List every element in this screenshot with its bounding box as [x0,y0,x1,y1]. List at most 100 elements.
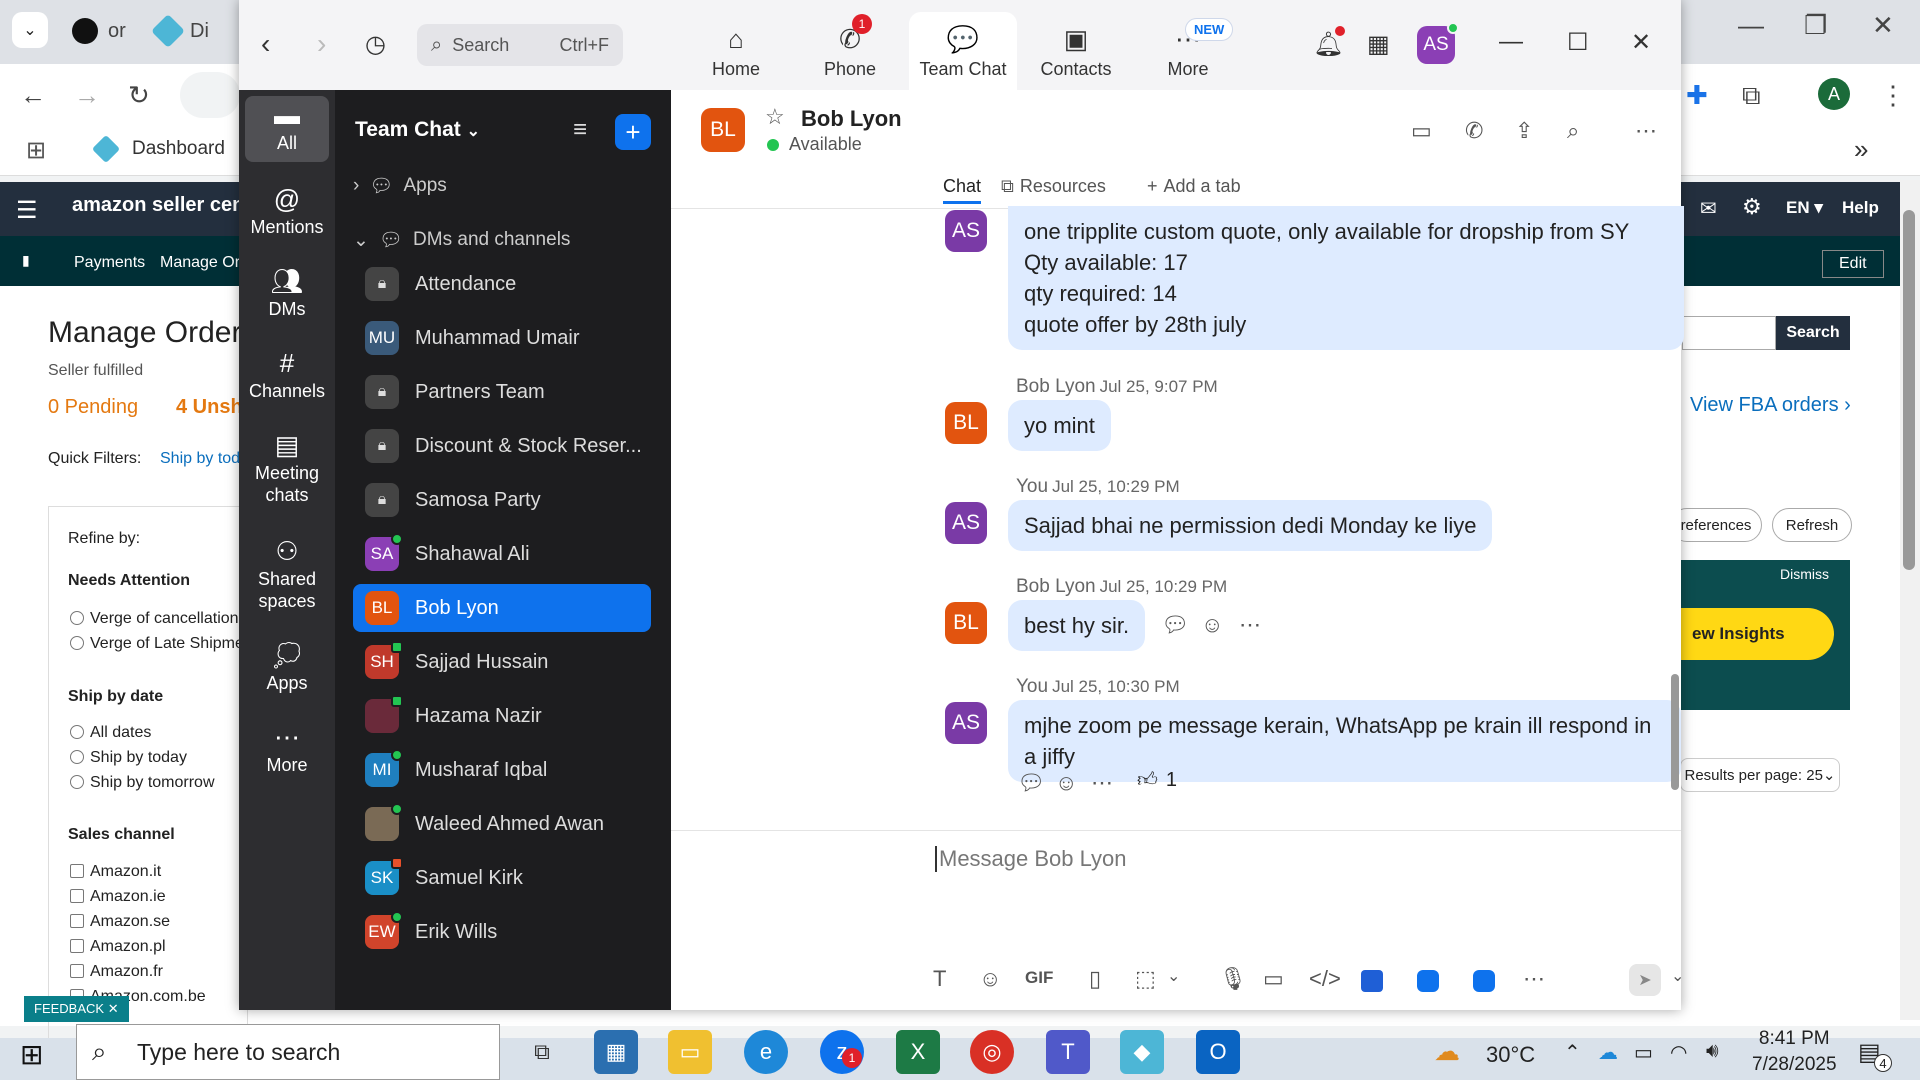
whiteboard-app-icon[interactable] [1417,970,1439,992]
sidebar-item-hazama-nazir[interactable]: Hazama Nazir [353,692,651,740]
reply-thread-icon[interactable]: 💬︎ [1017,770,1045,796]
message-avatar[interactable]: AS [945,210,987,252]
back-nav-icon[interactable]: ‹ [261,28,270,60]
message-bubble[interactable]: best hy sir. [1008,600,1146,651]
nav-manage-orders[interactable]: Manage Ord [160,254,249,272]
apps-section[interactable]: › 💬︎ Apps [353,174,447,198]
forward-icon[interactable]: → [74,80,100,111]
contact-avatar[interactable]: BL [701,108,745,152]
filter-verge-cancellation[interactable]: Verge of cancellation [70,610,239,628]
rail-dms[interactable]: 👥︎ DMs [245,268,329,320]
filter-icon[interactable]: ≡ [573,116,587,144]
extension-icon[interactable]: ✚ [1686,80,1708,111]
sidebar-item-discount-stock[interactable]: 🔒︎ Discount & Stock Reser... [353,422,651,470]
address-bar[interactable] [180,72,240,118]
browser-tab-2[interactable]: Di [151,12,209,50]
message-bubble[interactable]: one tripplite custom quote, only availab… [1008,206,1684,350]
task-view-icon[interactable]: ⧉ [520,1030,564,1074]
channel-amazon-it[interactable]: Amazon.it [70,863,161,881]
send-options-icon[interactable]: ⌄ [1671,966,1684,986]
feedback-button[interactable]: FEEDBACK ✕ [24,996,129,1022]
close-icon[interactable]: ✕ [1872,10,1894,41]
tab-team-chat[interactable]: 💬 Team Chat [909,12,1017,90]
contact-name[interactable]: Bob Lyon [801,106,902,132]
taskbar-search[interactable]: Type here to search [76,1024,500,1080]
sidebar-item-bob-lyon[interactable]: BL Bob Lyon [353,584,651,632]
volume-icon[interactable]: 🔊︎ [1706,1040,1719,1063]
nav-payments[interactable]: Payments [74,254,145,272]
message-avatar[interactable]: BL [945,602,987,644]
rail-apps[interactable]: 💭︎ Apps [245,642,329,694]
preferences-button[interactable]: references [1670,508,1762,542]
back-icon[interactable]: ← [20,80,46,111]
more-options-icon[interactable]: ⋯ [1635,118,1657,144]
docs-app-icon[interactable] [1361,970,1383,992]
channel-amazon-fr[interactable]: Amazon.fr [70,963,163,981]
profile-avatar[interactable]: A [1818,78,1850,110]
extensions-puzzle-icon[interactable]: ⧉ [1742,80,1761,112]
bookmark-icon[interactable]: ▮ [22,252,30,269]
sidebar-item-samuel-kirk[interactable]: SK Samuel Kirk [353,854,651,902]
sidebar-item-waleed-ahmed-awan[interactable]: Waleed Ahmed Awan [353,800,651,848]
message-bubble[interactable]: yo mint [1008,400,1111,451]
chat-tab-chat[interactable]: Chat [943,176,982,204]
filter-ship-today[interactable]: Ship by today [70,749,187,767]
tray-chevron-icon[interactable]: ⌃ [1564,1040,1581,1065]
edit-button[interactable]: Edit [1822,250,1884,278]
hamburger-icon[interactable]: ☰ [16,196,38,225]
chrome-browser-icon[interactable]: ◎ [970,1030,1014,1074]
chevron-down-icon[interactable]: ⌄ [1167,966,1180,986]
sidebar-item-muhammad-umair[interactable]: MU Muhammad Umair [353,314,651,362]
app-diamond-icon[interactable]: ◆ [1120,1030,1164,1074]
chat-tab-resources[interactable]: ⧉ Resources [1001,176,1106,197]
chat-tab-add[interactable]: + Add a tab [1147,176,1241,197]
channel-amazon-se[interactable]: Amazon.se [70,913,170,931]
search-button[interactable]: Search [1776,316,1850,350]
sidebar-item-partners-team[interactable]: 🔒︎ Partners Team [353,368,651,416]
teams-app-icon[interactable]: T [1046,1030,1090,1074]
sidebar-title[interactable]: Team Chat ⌄ [355,118,480,142]
add-reaction-icon[interactable]: ☺ [1201,612,1223,638]
file-explorer-icon[interactable]: ▭ [668,1030,712,1074]
browser-tab-1[interactable]: or [72,12,126,50]
microphone-icon[interactable]: 🎙︎ [1219,966,1247,992]
rail-meeting-chats[interactable]: ▤ Meeting chats [245,432,329,506]
rail-shared-spaces[interactable]: ⚇ Shared spaces [245,538,329,612]
onedrive-icon[interactable]: ☁ [1598,1040,1618,1065]
wifi-icon[interactable]: ◠ [1670,1040,1687,1065]
phone-call-icon[interactable]: ✆ [1465,118,1483,144]
history-icon[interactable]: ◷ [365,30,386,59]
composer-more-icon[interactable]: ⋯ [1523,966,1545,992]
browser-menu-icon[interactable]: ⋮ [1880,80,1906,111]
sidebar-item-erik-wills[interactable]: EW Erik Wills [353,908,651,956]
gif-icon[interactable]: GIF [1025,968,1053,988]
emoji-icon[interactable]: ☺ [979,966,1001,992]
video-call-icon[interactable]: ▭ [1411,118,1432,144]
forward-nav-icon[interactable]: › [317,28,326,60]
weather-icon[interactable]: ☁ [1434,1036,1460,1067]
results-per-page-select[interactable]: Results per page: 25 ⌄ [1680,758,1840,792]
message-avatar[interactable]: AS [945,502,987,544]
maximize-icon[interactable]: ☐ [1567,28,1589,57]
tab-pending[interactable]: 0 Pending [48,396,138,419]
order-search-input[interactable] [1682,316,1776,350]
page-scrollbar-thumb[interactable] [1903,210,1915,570]
calculator-app-icon[interactable]: ▦ [594,1030,638,1074]
tab-home[interactable]: ⌂ Home [683,12,789,90]
reply-thread-icon[interactable]: 💬︎ [1161,612,1189,638]
reload-icon[interactable]: ↻ [128,80,150,111]
filter-ship-tomorrow[interactable]: Ship by tomorrow [70,774,215,792]
tab-contacts[interactable]: ▣ Contacts [1023,12,1129,90]
close-icon[interactable]: ✕ [1631,28,1651,57]
clock[interactable]: 8:41 PM 7/28/2025 [1752,1028,1837,1076]
sidebar-item-musharaf-iqbal[interactable]: MI Musharaf Iqbal [353,746,651,794]
filter-verge-late[interactable]: Verge of Late Shipme [70,635,244,653]
minimize-icon[interactable]: — [1499,28,1523,56]
dismiss-link[interactable]: Dismiss [1780,566,1829,582]
reaction-thumbs-up[interactable]: 👍︎ 1 [1137,768,1177,792]
message-more-icon[interactable]: ⋯ [1091,770,1113,796]
search-chat-icon[interactable]: ⌕ [1567,118,1579,144]
add-reaction-icon[interactable]: ☺ [1055,770,1077,796]
quick-filter-ship-by-today[interactable]: Ship by tod [160,450,240,468]
sidebar-item-attendance[interactable]: 🔒︎ Attendance [353,260,651,308]
